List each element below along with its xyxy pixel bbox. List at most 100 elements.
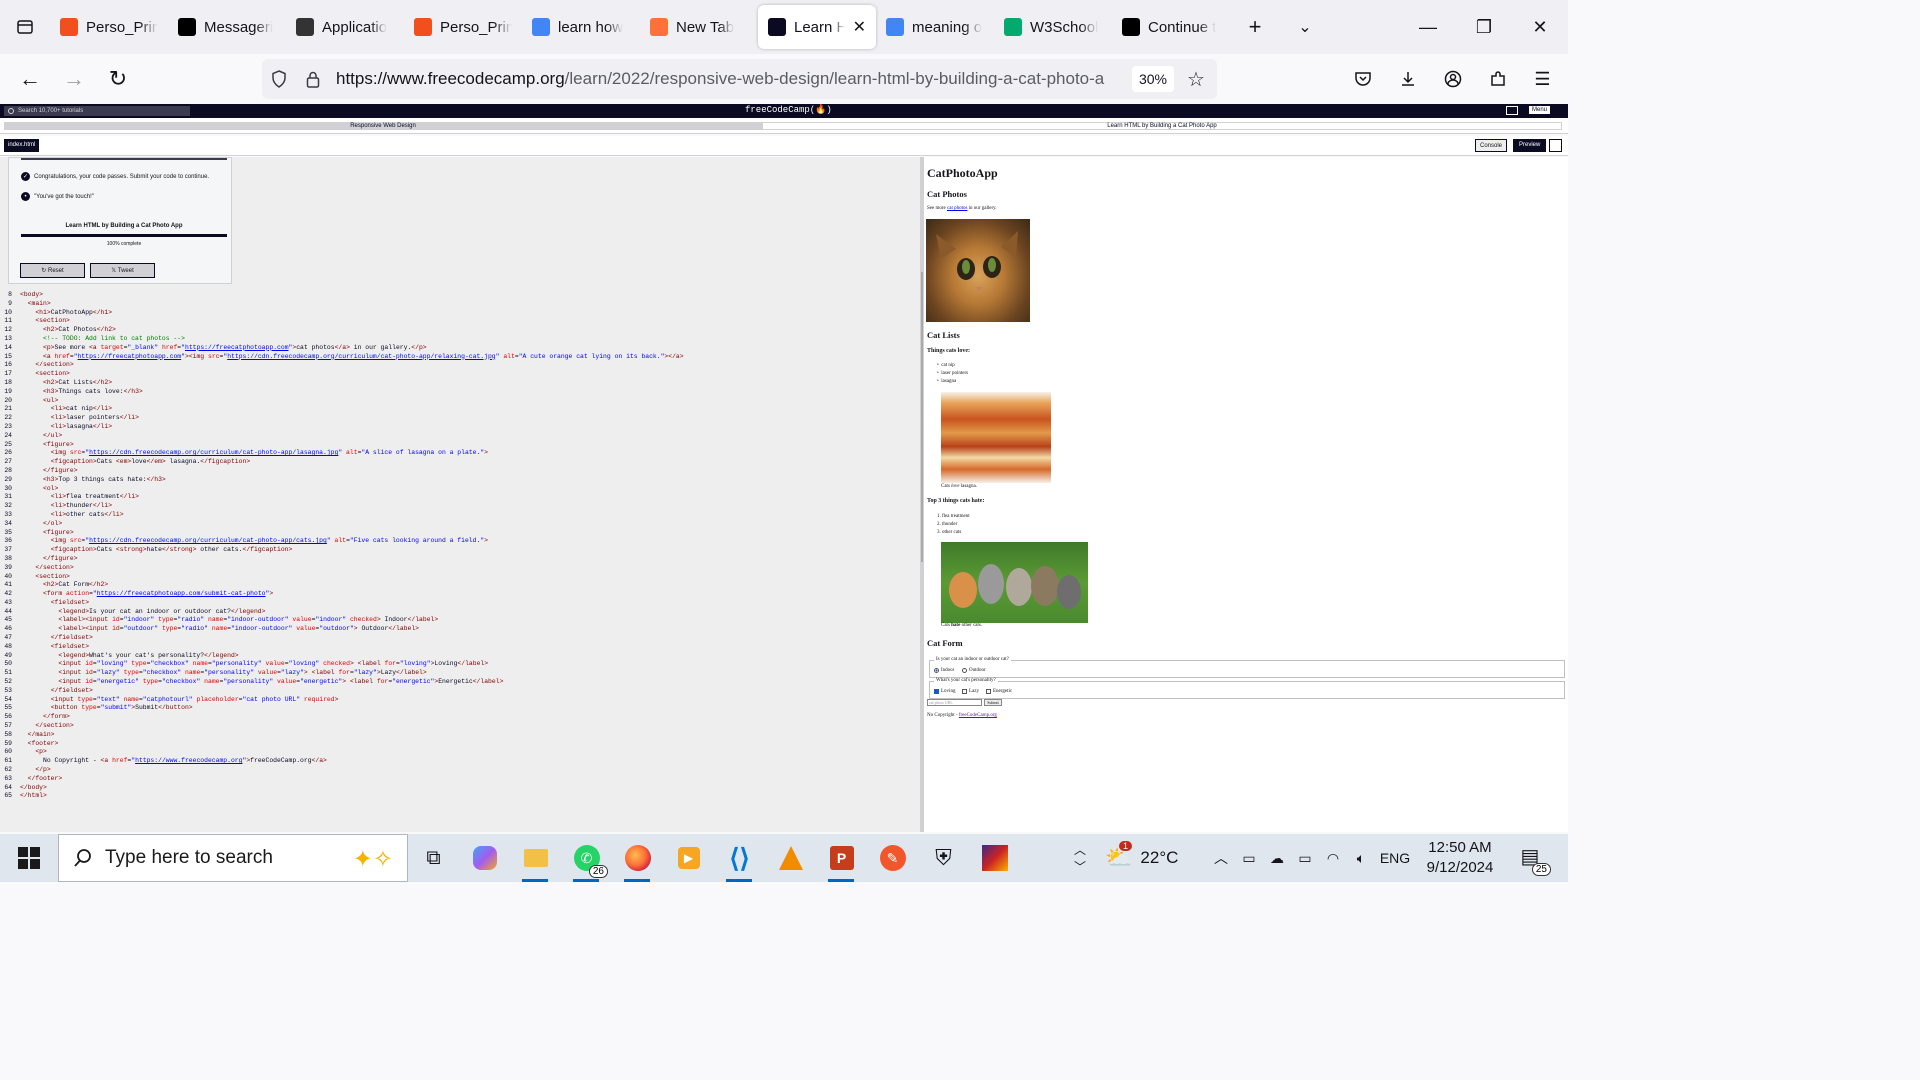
- browser-tab[interactable]: Learn H ✕: [758, 5, 876, 49]
- checkbox-loving[interactable]: Loving: [934, 689, 955, 694]
- checkbox-unchecked-icon: [986, 689, 991, 694]
- cat-photo-url-input[interactable]: cat photo URL: [927, 699, 982, 706]
- powerpoint-icon[interactable]: P: [816, 834, 867, 882]
- security-shield-icon[interactable]: ⛨: [918, 834, 969, 882]
- radio-checked-icon: [934, 668, 939, 673]
- back-button[interactable]: ←: [8, 54, 52, 104]
- preview-h2-form: Cat Form: [927, 638, 963, 648]
- start-button[interactable]: [0, 834, 58, 882]
- new-tab-button[interactable]: +: [1230, 0, 1280, 54]
- url-bar[interactable]: https://www.freecodecamp.org/learn/2022/…: [262, 59, 1217, 99]
- browser-tab[interactable]: Perso_Prim: [404, 5, 522, 49]
- file-tab-index-html[interactable]: index.html: [4, 139, 40, 152]
- list-all-tabs-button[interactable]: ⌄: [1280, 0, 1330, 54]
- checkbox-lazy[interactable]: Lazy: [962, 689, 979, 694]
- vscode-icon[interactable]: ⟨⟩: [714, 834, 765, 882]
- taskbar-search-input[interactable]: Type here to search ✦✧: [58, 834, 408, 882]
- zoom-level-button[interactable]: 30%: [1132, 66, 1174, 92]
- game-app-icon[interactable]: [969, 834, 1020, 882]
- checkbox-energetic[interactable]: Energetic: [986, 689, 1012, 694]
- radio-outdoor[interactable]: Outdoor: [962, 668, 986, 673]
- browser-tab[interactable]: Applicatio: [286, 5, 404, 49]
- browser-tab[interactable]: Perso_Prim: [50, 5, 168, 49]
- submit-button[interactable]: Submit: [984, 699, 1002, 706]
- completion-panel: ✓ Congratulations, your code passes. Sub…: [8, 157, 232, 284]
- show-hidden-arrows-icon[interactable]: ︿ ﹀: [1055, 841, 1105, 875]
- cats-caption: Cats hate other cats.: [941, 623, 983, 628]
- tab-title: Learn H: [794, 18, 845, 36]
- fcc-menu-button[interactable]: Menu: [1528, 106, 1550, 114]
- cats-field-image: [941, 542, 1088, 623]
- copilot-icon[interactable]: [459, 834, 510, 882]
- downloads-icon[interactable]: [1385, 54, 1430, 104]
- freecodecamp-link[interactable]: freeCodeCamp.org: [959, 713, 997, 718]
- lock-icon[interactable]: [296, 59, 330, 99]
- cat-photos-link[interactable]: cat photos: [947, 206, 967, 211]
- whatsapp-badge: 26: [588, 865, 608, 878]
- meet-now-icon[interactable]: ▭: [1235, 850, 1263, 867]
- app-menu-icon[interactable]: ☰: [1520, 54, 1565, 104]
- fcc-search-input[interactable]: Search 10,700+ tutorials: [4, 106, 190, 116]
- wifi-icon[interactable]: ◠: [1319, 850, 1347, 867]
- hint-icon: •: [21, 192, 30, 201]
- pocket-icon[interactable]: [1340, 54, 1385, 104]
- checkbox-unchecked-icon: [962, 689, 967, 694]
- fcc-logo[interactable]: freeCodeCamp(🔥): [745, 105, 832, 115]
- file-explorer-icon[interactable]: [510, 834, 561, 882]
- language-indicator[interactable]: ENG: [1375, 850, 1415, 866]
- preview-popout-icon[interactable]: [1549, 139, 1562, 152]
- code-lines[interactable]: 8 <body> 9 <main> 10 <h1>CatPhotoApp</h1>…: [0, 291, 683, 801]
- restore-button[interactable]: ❐: [1456, 0, 1512, 54]
- forward-button[interactable]: →: [52, 54, 96, 104]
- firefox-icon: [650, 18, 668, 36]
- browser-tab[interactable]: Continue t: [1112, 5, 1230, 49]
- browser-tab[interactable]: meaning o: [876, 5, 994, 49]
- notification-center-icon[interactable]: ▤ 25: [1515, 844, 1551, 876]
- breadcrumb-block[interactable]: Learn HTML by Building a Cat Photo App: [762, 122, 1562, 130]
- browser-tab[interactable]: W3School: [994, 5, 1112, 49]
- preview-see-more: See more cat photos in our gallery.: [927, 206, 997, 211]
- browser-tab[interactable]: New Tab: [640, 5, 758, 49]
- shield-icon[interactable]: [262, 59, 296, 99]
- search-icon: [74, 849, 91, 867]
- reload-button[interactable]: ↻: [96, 54, 140, 104]
- weather-widget[interactable]: ⛅ 1 22°C: [1105, 841, 1205, 871]
- volume-icon[interactable]: 🔈︎: [1347, 850, 1375, 867]
- radio-unchecked-icon: [962, 668, 967, 673]
- extensions-icon[interactable]: [1475, 54, 1520, 104]
- bookmark-star-icon[interactable]: ☆: [1187, 67, 1205, 92]
- reset-button[interactable]: ↻ Reset: [20, 263, 85, 278]
- firefox-view-button[interactable]: [0, 0, 50, 54]
- onedrive-icon[interactable]: ☁: [1263, 850, 1291, 867]
- browser-tab[interactable]: Messageri: [168, 5, 286, 49]
- url-text[interactable]: https://www.freecodecamp.org/learn/2022/…: [336, 69, 1126, 89]
- code-editor[interactable]: ✓ Congratulations, your code passes. Sub…: [0, 157, 920, 832]
- whatsapp-icon[interactable]: ✆ 26: [561, 834, 612, 882]
- close-window-button[interactable]: ✕: [1512, 0, 1568, 54]
- hint-message: • "You've got the touch!": [21, 192, 94, 201]
- browser-tab[interactable]: learn how: [522, 5, 640, 49]
- preview-button[interactable]: Preview: [1513, 139, 1547, 152]
- radio-indoor[interactable]: Indoor: [934, 668, 954, 673]
- chevron-up-icon[interactable]: ︿: [1207, 848, 1235, 868]
- task-view-icon[interactable]: ⧉: [408, 834, 459, 882]
- legend-indoor-outdoor: Is your cat an indoor or outdoor cat?: [934, 657, 1011, 662]
- account-icon[interactable]: [1430, 54, 1475, 104]
- pen-tool-icon[interactable]: ✎: [867, 834, 918, 882]
- media-player-icon[interactable]: ▶: [663, 834, 714, 882]
- breadcrumb-superblock[interactable]: Responsive Web Design: [4, 122, 762, 130]
- preview-h2-lists: Cat Lists: [927, 330, 960, 340]
- pass-text: Congratulations, your code passes. Submi…: [34, 173, 210, 180]
- firefox-icon[interactable]: [612, 834, 663, 882]
- vlc-icon[interactable]: [765, 834, 816, 882]
- theme-toggle-icon[interactable]: [1506, 106, 1518, 115]
- figma-icon: [178, 18, 196, 36]
- battery-icon[interactable]: ▭: [1291, 850, 1319, 867]
- check-circle-icon: ✓: [21, 172, 30, 181]
- close-tab-icon[interactable]: ✕: [853, 17, 866, 37]
- system-clock[interactable]: 12:50 AM 9/12/2024: [1420, 838, 1500, 878]
- console-button[interactable]: Console: [1475, 139, 1508, 152]
- minimize-button[interactable]: —: [1400, 0, 1456, 54]
- tweet-button[interactable]: 𝕏 Tweet: [90, 263, 155, 278]
- relaxing-cat-image[interactable]: [926, 219, 1030, 322]
